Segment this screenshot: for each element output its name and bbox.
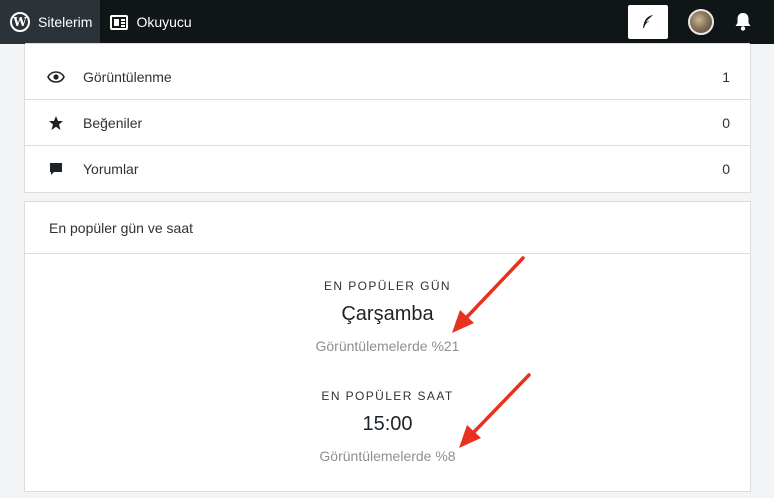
popular-hour-value: 15:00 <box>362 413 413 435</box>
wordpress-icon: W <box>10 12 30 32</box>
write-icon <box>643 15 653 28</box>
popular-day-section: EN POPÜLER GÜN Çarşamba Görüntülemelerde… <box>25 279 750 354</box>
stat-value: 0 <box>722 161 730 177</box>
popular-day-percentage: Görüntülemelerde %21 <box>315 338 460 354</box>
popular-day-value: Çarşamba <box>341 303 434 325</box>
stat-label: Beğeniler <box>83 114 143 131</box>
stat-label: Görüntülenme <box>83 69 172 85</box>
popular-day-time-card: En popüler gün ve saat EN POPÜLER GÜN Ça… <box>24 201 751 492</box>
masterbar: W Sitelerim Okuyucu <box>0 0 774 44</box>
bell-icon <box>735 13 751 31</box>
stat-row-likes: Beğeniler 0 <box>25 100 750 146</box>
star-icon <box>47 114 65 132</box>
eye-icon <box>47 68 65 86</box>
popular-hour-title: EN POPÜLER SAAT <box>321 389 454 403</box>
stat-row-views: Görüntülenme 1 <box>25 43 750 100</box>
stat-label: Yorumlar <box>83 161 139 177</box>
my-sites-label: Sitelerim <box>38 14 93 30</box>
reader-label: Okuyucu <box>136 14 192 30</box>
stat-value: 0 <box>722 114 730 131</box>
popular-hour-percentage: Görüntülemelerde %8 <box>319 448 456 464</box>
avatar[interactable] <box>688 9 714 35</box>
card-heading: En popüler gün ve saat <box>25 202 750 254</box>
stats-list-card: Görüntülenme 1 Beğeniler 0 Yorumlar 0 <box>24 43 751 193</box>
my-sites-button[interactable]: W Sitelerim <box>0 0 101 44</box>
popular-hour-section: EN POPÜLER SAAT 15:00 Görüntülemelerde %… <box>25 389 750 464</box>
stat-value: 1 <box>722 69 730 85</box>
comment-icon <box>47 160 65 178</box>
reader-button[interactable]: Okuyucu <box>100 0 199 44</box>
reader-icon <box>110 14 129 30</box>
notifications-button[interactable] <box>734 12 752 32</box>
stat-row-comments: Yorumlar 0 <box>25 146 750 192</box>
popular-day-title: EN POPÜLER GÜN <box>324 279 451 293</box>
write-button[interactable] <box>628 5 668 39</box>
